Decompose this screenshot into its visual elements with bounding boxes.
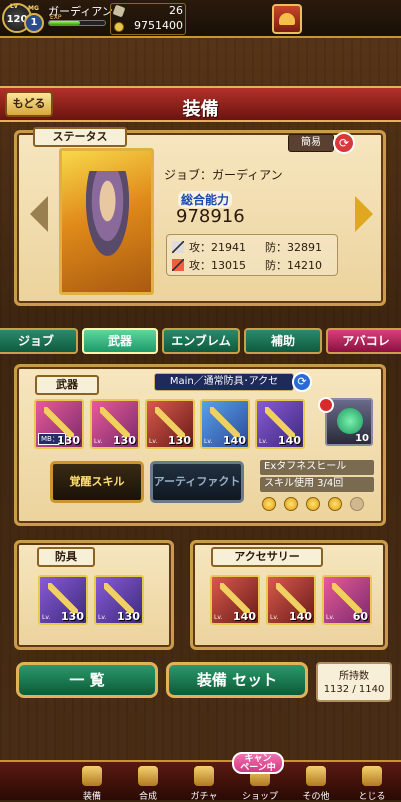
equip-icon bbox=[82, 766, 102, 786]
potion-count: 10 bbox=[355, 433, 369, 444]
job-name: ジョブ：ガーディアン bbox=[164, 168, 283, 182]
armor-slot-2[interactable]: Lv. 130 bbox=[94, 575, 144, 625]
accessory-level: 140 bbox=[233, 610, 256, 623]
weapon-level: 130 bbox=[168, 434, 191, 447]
weapon-slot-3[interactable]: Lv. 130 bbox=[145, 399, 195, 449]
back-button[interactable]: もどる bbox=[5, 91, 53, 117]
accessory-section-label: アクセサリー bbox=[211, 547, 323, 567]
exp-bar-fill bbox=[49, 21, 80, 25]
physical-defense: 防：32891 bbox=[265, 241, 322, 254]
weapon-slot-5[interactable]: Lv. 140 bbox=[255, 399, 305, 449]
stamina-value: 26 bbox=[169, 4, 183, 17]
total-power-value: 978916 bbox=[176, 206, 245, 227]
tab-weapon[interactable]: 武器 bbox=[82, 328, 158, 354]
heart-icon bbox=[318, 397, 334, 413]
page-header: 装備 bbox=[0, 86, 401, 122]
star-icon bbox=[328, 497, 342, 511]
awaken-skill-button[interactable]: 覚醒スキル bbox=[50, 461, 144, 503]
weapon-slot-4[interactable]: Lv. 140 bbox=[200, 399, 250, 449]
weapon-level: 130 bbox=[57, 434, 80, 447]
weapon-level: 130 bbox=[113, 434, 136, 447]
equip-mode-button[interactable]: Main／通常防具･アクセ bbox=[154, 373, 294, 391]
refresh-icon[interactable]: ⟳ bbox=[292, 372, 312, 392]
tab-support[interactable]: 補助 bbox=[244, 328, 322, 354]
hammer-icon bbox=[138, 766, 158, 786]
tab-job[interactable]: ジョブ bbox=[0, 328, 78, 354]
exp-bar bbox=[48, 20, 106, 26]
campaign-badge[interactable]: キャン ペーン中 bbox=[232, 752, 284, 774]
gacha-icon bbox=[194, 766, 214, 786]
inventory-count: 所持数 1132 / 1140 bbox=[316, 662, 392, 702]
top-status-bar: Lv 120 MG 1 ガーディアン EXP 26 9751400 bbox=[0, 0, 401, 38]
inventory-count-title: 所持数 bbox=[339, 671, 369, 682]
physical-sword-icon bbox=[172, 241, 184, 253]
weapon-level: 140 bbox=[278, 434, 301, 447]
gold-value: 9751400 bbox=[134, 19, 183, 32]
magic-attack: 攻：13015 bbox=[189, 259, 246, 272]
prev-character-arrow-icon[interactable] bbox=[30, 196, 48, 232]
skill-info: Exタフネスヒール スキル使用 3/4回 bbox=[258, 460, 376, 514]
skill-usage: スキル使用 3/4回 bbox=[260, 477, 374, 492]
crown-icon bbox=[279, 13, 295, 25]
accessory-level: 60 bbox=[352, 610, 368, 623]
nav-synthesis[interactable]: 合成 bbox=[128, 762, 168, 802]
star-icon bbox=[284, 497, 298, 511]
weapon-slot-1[interactable]: MB：2 130 bbox=[34, 399, 84, 449]
armor-section-label: 防具 bbox=[37, 547, 95, 567]
bottom-nav: 装備 合成 ガチャ ショップ その他 とじる bbox=[0, 760, 401, 802]
character-card[interactable] bbox=[59, 148, 154, 295]
star-icon bbox=[350, 497, 364, 511]
gear-icon bbox=[306, 766, 326, 786]
skill-name: Exタフネスヒール bbox=[260, 460, 374, 475]
nav-other[interactable]: その他 bbox=[296, 762, 336, 802]
tab-avatar-collection[interactable]: アバコレ bbox=[326, 328, 401, 354]
physical-attack: 攻：21941 bbox=[189, 241, 246, 254]
simple-view-button[interactable]: 簡易 bbox=[288, 134, 334, 152]
inventory-count-value: 1132 / 1140 bbox=[323, 684, 385, 695]
mg-badge: MG 1 bbox=[24, 5, 44, 33]
potion-icon bbox=[337, 408, 363, 434]
weapon-slot-2[interactable]: Lv. 130 bbox=[90, 399, 140, 449]
next-character-arrow-icon[interactable] bbox=[355, 196, 373, 232]
star-icon bbox=[262, 497, 276, 511]
accessory-level: 140 bbox=[289, 610, 312, 623]
artifact-button[interactable]: アーティファクト bbox=[150, 461, 244, 503]
weapon-section-label: 武器 bbox=[35, 375, 99, 395]
page-title: 装備 bbox=[182, 99, 219, 120]
accessory-slot-1[interactable]: Lv. 140 bbox=[210, 575, 260, 625]
close-icon bbox=[362, 766, 382, 786]
list-button[interactable]: 一 覧 bbox=[16, 662, 158, 698]
armor-level: 130 bbox=[61, 610, 84, 623]
gold-icon bbox=[114, 22, 124, 32]
weapon-level: 140 bbox=[223, 434, 246, 447]
status-section-label: ステータス bbox=[33, 127, 127, 147]
menu-button[interactable] bbox=[272, 4, 302, 34]
armor-slot-1[interactable]: Lv. 130 bbox=[38, 575, 88, 625]
accessory-slot-3[interactable]: Lv. 60 bbox=[322, 575, 372, 625]
equipment-set-button[interactable]: 装備 セット bbox=[166, 662, 308, 698]
nav-equip[interactable]: 装備 bbox=[72, 762, 112, 802]
star-icon bbox=[306, 497, 320, 511]
nav-gacha[interactable]: ガチャ bbox=[184, 762, 224, 802]
magic-defense: 防：14210 bbox=[265, 259, 322, 272]
equipment-tabs: ジョブ 武器 エンブレム 補助 アバコレ bbox=[0, 328, 401, 354]
armor-level: 130 bbox=[117, 610, 140, 623]
magic-sword-icon bbox=[172, 259, 184, 271]
nav-close[interactable]: とじる bbox=[352, 762, 392, 802]
accessory-slot-2[interactable]: Lv. 140 bbox=[266, 575, 316, 625]
stats-box: 攻：21941 防：32891 攻：13015 防：14210 bbox=[166, 234, 338, 276]
swap-icon[interactable]: ⟳ bbox=[333, 132, 355, 154]
tab-emblem[interactable]: エンブレム bbox=[162, 328, 240, 354]
